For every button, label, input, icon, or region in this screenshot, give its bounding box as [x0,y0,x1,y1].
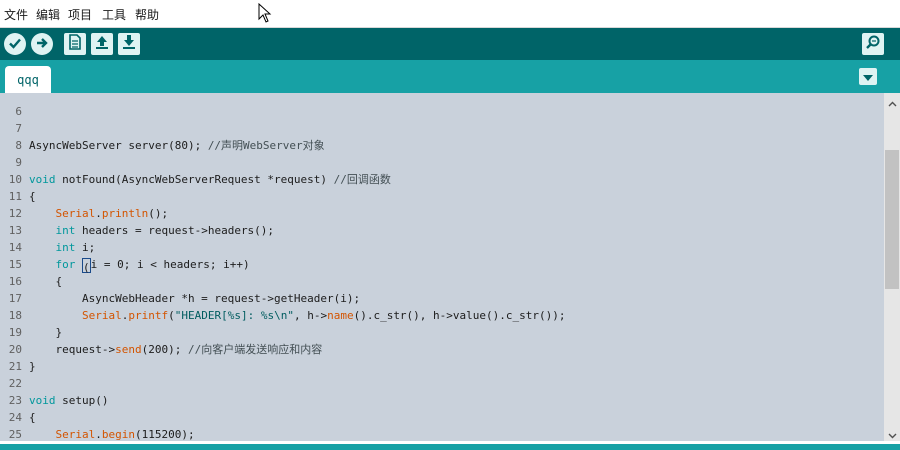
tab-strip: qqq [0,60,900,93]
code-line: 16 AsyncWebHeader *h = request->getHeade… [0,256,884,305]
code-line: 7 AsyncWebServer server(80); //声明WebServ… [0,103,884,152]
save-button[interactable] [118,33,140,55]
check-icon [8,35,22,54]
upload-button[interactable] [31,33,53,55]
arrow-right-icon [35,35,49,54]
code-line: 17 Serial.printf("HEADER[%s]: %s\n", h->… [0,273,884,322]
menu-tools[interactable]: 工具 [102,8,126,22]
tab-sketch[interactable]: qqq [5,66,51,93]
code-line: 18 } [0,290,884,339]
chevron-down-icon [888,424,897,443]
menu-help[interactable]: 帮助 [135,8,159,22]
verify-button[interactable] [4,33,26,55]
code-line: 13 int i; [0,205,884,254]
triangle-down-icon [863,67,873,86]
serial-monitor-button[interactable] [862,33,884,55]
save-download-icon [122,34,136,54]
code-line: 9 void notFound(AsyncWebServerRequest *r… [0,137,884,186]
scroll-down-button[interactable] [884,425,900,441]
scroll-thumb[interactable] [885,150,899,289]
code-line: 22 void setup() [0,358,884,407]
code-line: 21 [0,341,884,373]
console-header [0,444,900,450]
menu-sketch[interactable]: 项目 [68,8,92,22]
tab-menu-button[interactable] [859,68,877,85]
mouse-cursor-icon [258,2,272,26]
scroll-up-button[interactable] [884,93,900,109]
menu-file[interactable]: 文件 [4,8,28,22]
new-button[interactable] [64,33,86,55]
code-line: 10 { [0,154,884,203]
code-line: 19 request->send(200); //向客户端发送响应和内容 [0,307,884,356]
open-button[interactable] [91,33,113,55]
code-line: 8 [0,120,884,152]
code-line: 14 for (i = 0; i < headers; i++) [0,222,884,274]
code-line: 11 Serial.println(); [0,171,884,220]
code-line: 25 Serial.println(); [0,409,884,441]
console-divider [0,441,900,450]
menu-bar: 文件 编辑 项目 工具 帮助 [0,0,900,28]
serial-monitor-icon [865,34,881,54]
code-line: 6 [0,93,884,118]
open-upload-icon [95,34,109,54]
vertical-scrollbar[interactable] [884,93,900,441]
code-editor[interactable]: 6 7 AsyncWebServer server(80); //声明WebSe… [0,93,884,441]
new-file-icon [68,34,82,54]
code-line: 26 [0,426,884,441]
code-line: 23 { [0,375,884,424]
toolbar [0,28,900,60]
code-line: 20 } [0,324,884,373]
chevron-up-icon [888,92,897,111]
code-line: 12 int headers = request->headers(); [0,188,884,237]
code-line: 24 Serial.begin(115200); [0,392,884,441]
code-line: 15 { [0,239,884,288]
menu-edit[interactable]: 编辑 [36,8,60,22]
